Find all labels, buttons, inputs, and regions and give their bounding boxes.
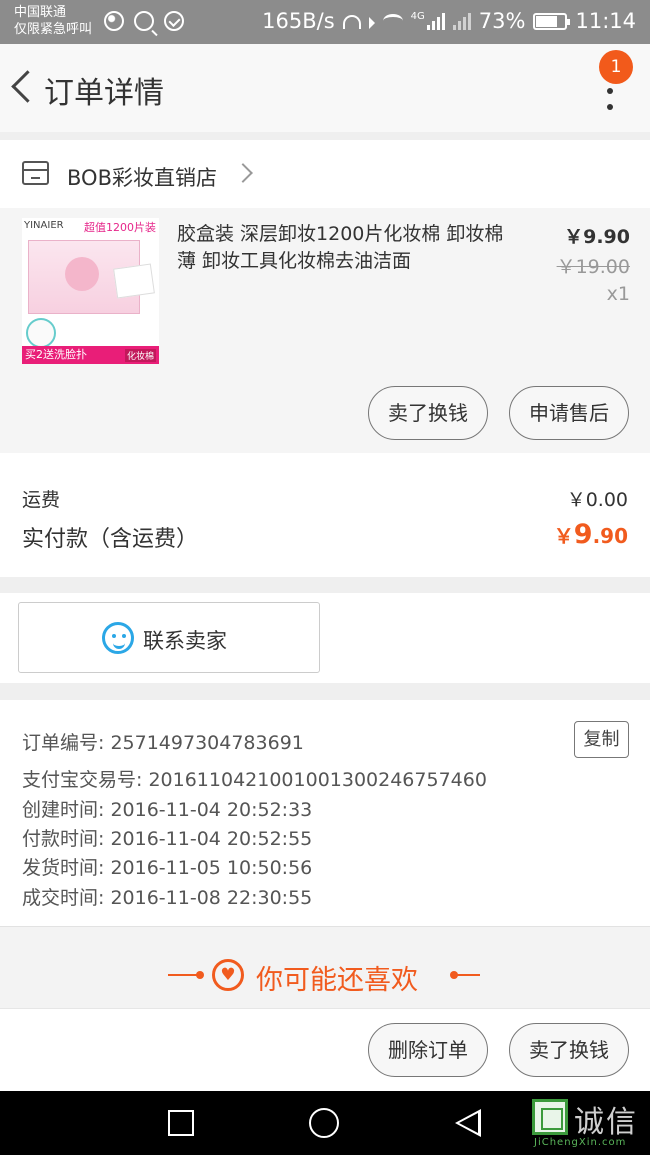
watermark-logo-icon <box>532 1099 568 1135</box>
thumb-brand: YINAIER <box>24 220 64 231</box>
system-nav-bar: 诚信 JiChengXin.com <box>0 1091 650 1155</box>
recommend-header: ♥ 你可能还喜欢 <box>0 926 650 1008</box>
shipping-value: ￥0.00 <box>566 489 628 511</box>
mute-icon <box>368 16 375 29</box>
shop-name: BOB彩妆直销店 <box>67 166 217 190</box>
shipping-label: 运费 <box>22 489 61 511</box>
info-label: 成交时间: <box>22 887 111 909</box>
nav-back-icon[interactable] <box>455 1109 481 1137</box>
home-icon[interactable] <box>309 1108 339 1138</box>
order-number-row: 订单编号: 2571497304783691 <box>22 728 304 755</box>
divider-dot-left <box>196 971 204 979</box>
delete-order-button[interactable]: 删除订单 <box>368 1023 488 1077</box>
created-time-row: 创建时间: 2016-11-04 20:52:33 <box>22 795 312 822</box>
notification-badge: 1 <box>599 50 633 84</box>
contact-section: 联系卖家 <box>0 593 650 683</box>
battery-percent: 73% <box>478 9 526 33</box>
after-sale-button[interactable]: 申请售后 <box>509 386 629 440</box>
carrier-name: 中国联通 <box>14 5 67 20</box>
info-value: 2016-11-05 10:50:56 <box>110 857 313 879</box>
product-title[interactable]: 胶盒装 深层卸妆1200片化妆棉 卸妆棉 薄 卸妆工具化妆棉去油洁面 <box>177 221 517 275</box>
info-label: 创建时间: <box>22 799 111 821</box>
status-bar: 中国联通 仅限紧急呼叫 165B/s 4G 73% 11:14 <box>0 0 650 44</box>
app-header: 订单详情 1 <box>0 44 650 132</box>
info-label: 订单编号: <box>22 732 111 754</box>
paid-amount: ￥9.90 <box>554 519 628 550</box>
network-type: 4G <box>410 10 425 22</box>
signal-icon <box>426 12 445 30</box>
shop-row[interactable]: BOB彩妆直销店 <box>0 140 650 208</box>
paid-label: 实付款（含运费） <box>22 527 199 552</box>
net-speed: 165B/s <box>262 9 335 33</box>
info-label: 支付宝交易号: <box>22 769 149 791</box>
system-indicators: 165B/s 4G 73% 11:14 <box>262 9 636 33</box>
signal-icon-secondary <box>452 12 471 30</box>
thumb-cotton-pad <box>113 263 155 299</box>
check-icon <box>164 11 184 31</box>
chevron-right-icon <box>233 163 253 183</box>
battery-icon <box>533 12 571 30</box>
product-card[interactable]: YINAIER 超值1200片装 买2送洗脸扑 化妆棉 胶盒装 深层卸妆1200… <box>0 208 650 453</box>
contact-seller-label: 联系卖家 <box>143 629 227 653</box>
totals-section: 运费 ￥0.00 实付款（含运费） ￥9.90 <box>0 453 650 577</box>
paid-currency: ￥ <box>553 524 574 548</box>
recent-apps-icon[interactable] <box>168 1110 194 1136</box>
product-thumbnail[interactable]: YINAIER 超值1200片装 买2送洗脸扑 化妆棉 <box>22 218 159 364</box>
paid-dec: .90 <box>592 524 628 548</box>
thumb-promo: 超值1200片装 <box>84 221 156 234</box>
headset-icon <box>342 15 361 29</box>
divider-line-right <box>456 974 480 976</box>
resell-button-bottom[interactable]: 卖了换钱 <box>509 1023 629 1077</box>
shipped-time-row: 发货时间: 2016-11-05 10:50:56 <box>22 853 312 880</box>
bottom-action-bar: 删除订单 卖了换钱 <box>0 1008 650 1091</box>
carrier-info: 中国联通 仅限紧急呼叫 <box>14 4 92 38</box>
info-value: 2016110421001001300246757460 <box>148 769 487 791</box>
back-icon[interactable] <box>10 66 34 106</box>
paid-int: 9 <box>573 519 593 550</box>
product-price: ￥9.90 <box>564 226 630 248</box>
info-value: 2016-11-04 20:52:55 <box>110 828 313 850</box>
emergency-only-text: 仅限紧急呼叫 <box>14 22 93 37</box>
globe-icon <box>104 11 124 31</box>
product-quantity: x1 <box>606 283 630 305</box>
resell-button[interactable]: 卖了换钱 <box>368 386 488 440</box>
completed-time-row: 成交时间: 2016-11-08 22:30:55 <box>22 883 312 910</box>
store-icon <box>22 161 49 185</box>
info-value: 2016-11-08 22:30:55 <box>110 887 313 909</box>
page-title: 订单详情 <box>44 76 164 111</box>
info-label: 付款时间: <box>22 828 111 850</box>
paid-time-row: 付款时间: 2016-11-04 20:52:55 <box>22 824 312 851</box>
info-label: 发货时间: <box>22 857 111 879</box>
product-original-price: ￥19.00 <box>556 256 630 278</box>
notification-icons <box>104 11 184 31</box>
recommend-title: 你可能还喜欢 <box>256 965 418 996</box>
search-icon <box>134 11 154 31</box>
info-value: 2571497304783691 <box>110 732 304 754</box>
clock: 11:14 <box>575 9 636 33</box>
watermark-text: 诚信 <box>574 1105 638 1140</box>
copy-button[interactable]: 复制 <box>574 721 629 758</box>
watermark: 诚信 JiChengXin.com <box>532 1097 650 1151</box>
thumb-puff <box>26 318 56 348</box>
info-value: 2016-11-04 20:52:33 <box>110 799 313 821</box>
watermark-sub: JiChengXin.com <box>534 1137 627 1148</box>
order-info-section: 订单编号: 2571497304783691 复制 支付宝交易号: 201611… <box>0 700 650 926</box>
thumb-tag: 化妆棉 <box>124 349 156 362</box>
wifi-icon <box>382 14 403 28</box>
alipay-number-row: 支付宝交易号: 2016110421001001300246757460 <box>22 765 487 792</box>
heart-icon: ♥ <box>212 959 244 991</box>
contact-seller-button[interactable]: 联系卖家 <box>18 602 320 673</box>
chat-smile-icon <box>102 622 134 654</box>
